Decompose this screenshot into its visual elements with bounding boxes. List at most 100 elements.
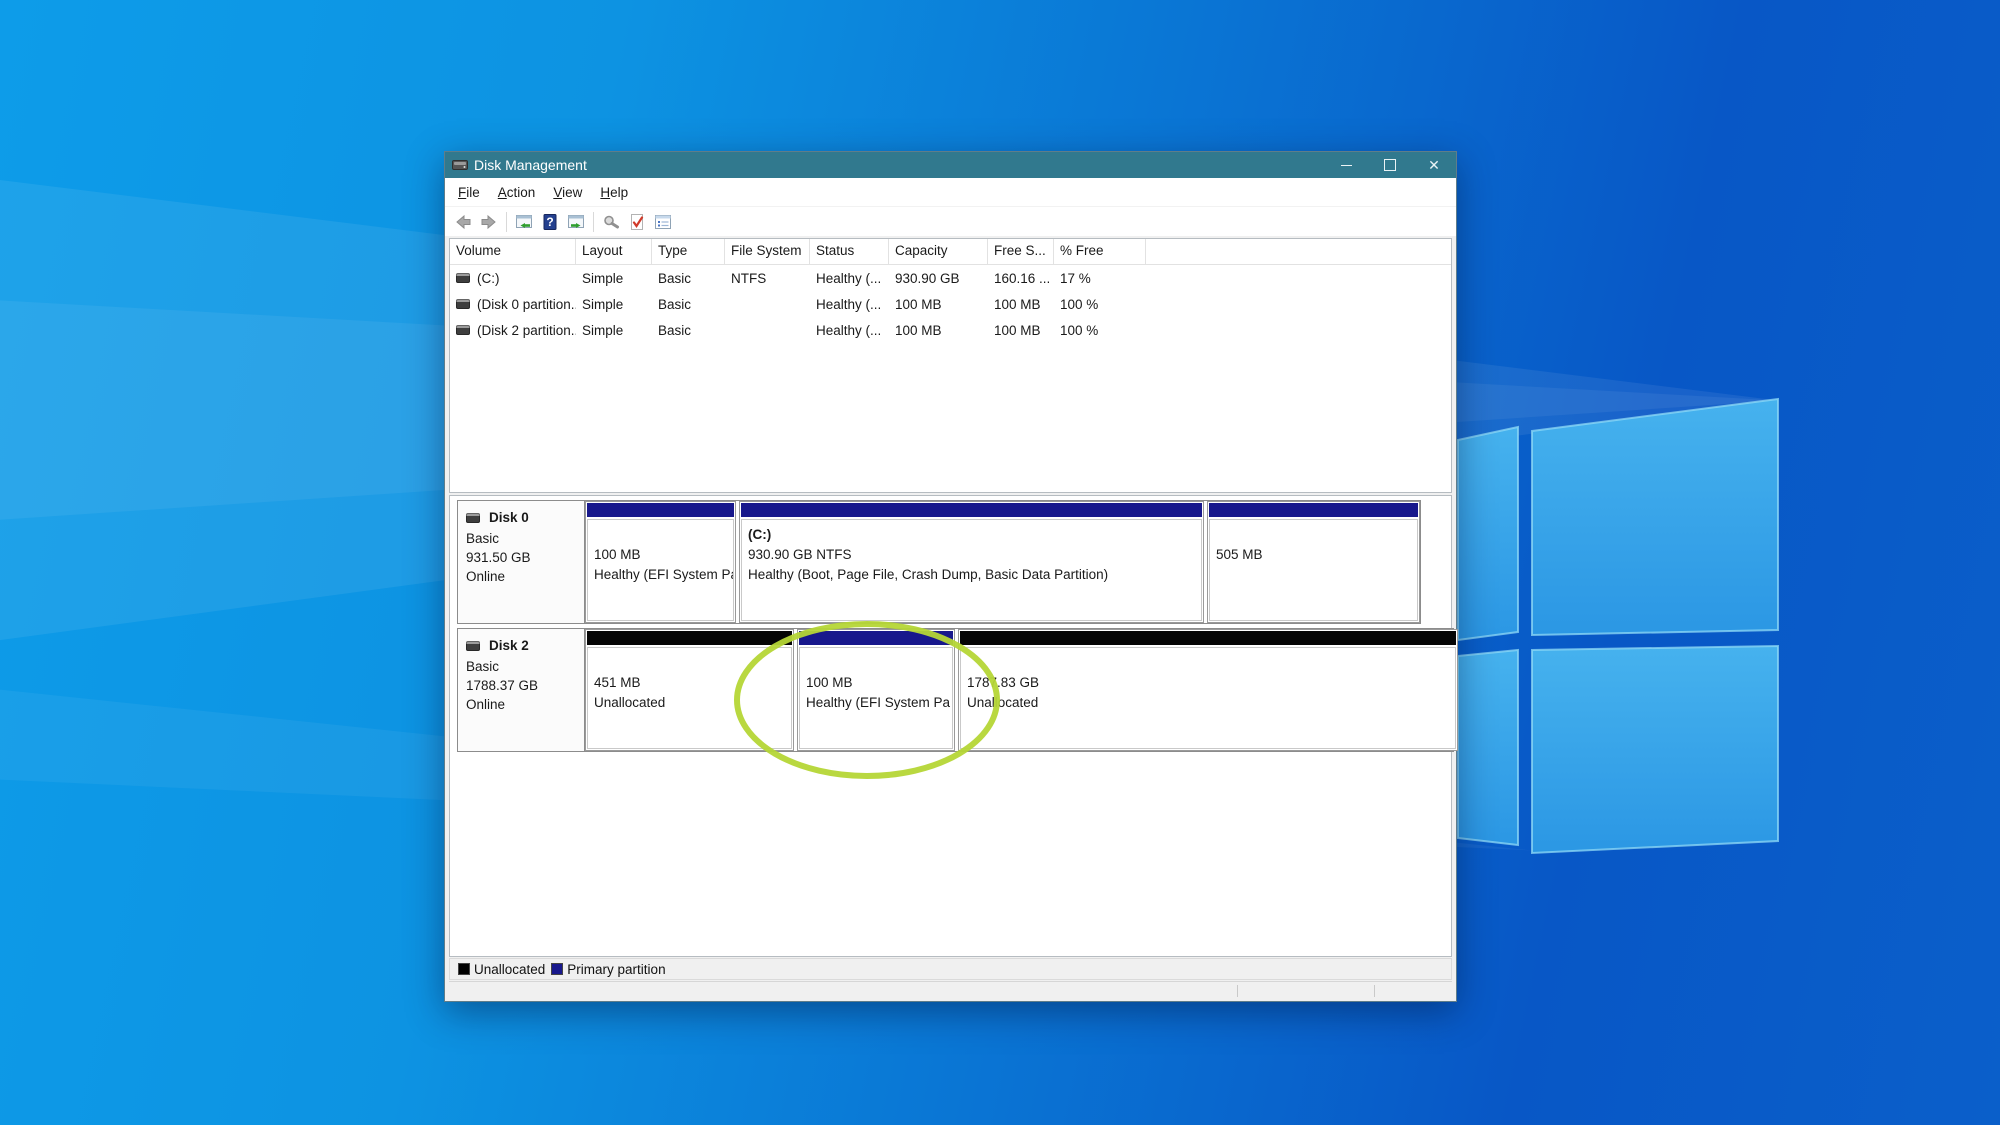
cell-volume: (Disk 0 partition... [477,297,576,312]
disk0-partition-c[interactable]: (C:) 930.90 GB NTFS Healthy (Boot, Page … [739,501,1204,623]
cell-file-system: NTFS [725,271,810,286]
forward-button[interactable] [476,210,502,234]
titlebar[interactable]: Disk Management ✕ [445,152,1456,178]
disk0-partition-efi[interactable]: 100 MB Healthy (EFI System Pa [585,501,736,623]
tool-icon [601,212,621,232]
disk-size: 1788.37 GB [466,676,576,695]
column-header-pct-free[interactable]: % Free [1054,239,1146,264]
volume-list: Volume Layout Type File System Status Ca… [449,238,1452,493]
volume-row-disk2-partition[interactable]: (Disk 2 partition... Simple Basic Health… [450,317,1451,343]
logo-pane-top-left [1458,427,1518,640]
column-header-free-space[interactable]: Free S... [988,239,1054,264]
volume-row-disk0-partition[interactable]: (Disk 0 partition... Simple Basic Health… [450,291,1451,317]
menu-bar: File Action View Help [445,178,1456,207]
help-button[interactable]: ? [537,210,563,234]
menu-file[interactable]: File [449,180,489,205]
help-icon: ? [540,212,560,232]
column-header-status[interactable]: Status [810,239,889,264]
cell-status: Healthy (... [810,323,889,338]
cell-pct-free: 17 % [1054,271,1146,286]
tool-button[interactable] [598,210,624,234]
cell-capacity: 100 MB [889,323,988,338]
unallocated-swatch [458,963,470,975]
primary-partition-swatch [551,963,563,975]
close-button[interactable]: ✕ [1412,152,1456,178]
logo-pane-top-right [1532,399,1778,635]
legend-label: Unallocated [474,962,545,977]
window-title: Disk Management [474,157,1324,173]
disk-size: 931.50 GB [466,548,576,567]
disk-status: Online [466,567,576,586]
volume-icon [456,325,470,335]
disk2-unallocated-1[interactable]: 451 MB Unallocated [585,629,794,751]
cell-layout: Simple [576,323,652,338]
menu-view[interactable]: View [544,180,591,205]
disk2-label-panel[interactable]: Disk 2 Basic 1788.37 GB Online [458,629,585,751]
partition-color-bar [1209,503,1418,517]
column-header-filler [1146,239,1451,264]
menu-action[interactable]: Action [489,180,545,205]
maximize-icon [1384,159,1396,171]
toolbar: ? [445,207,1456,238]
legend-unallocated: Unallocated [458,962,545,977]
graphical-view: Disk 0 Basic 931.50 GB Online 100 MB Hea… [449,495,1452,957]
partition-color-bar [587,503,734,517]
disk2-unallocated-2[interactable]: 1787.83 GB Unallocated [958,629,1458,751]
disk-icon [466,513,480,523]
volume-icon [456,273,470,283]
svg-text:?: ? [546,215,553,229]
check-document-button[interactable] [624,210,650,234]
show-action-pane-icon [566,212,586,232]
partition-color-bar [799,631,953,645]
cell-status: Healthy (... [810,297,889,312]
cell-layout: Simple [576,271,652,286]
column-header-type[interactable]: Type [652,239,725,264]
column-header-capacity[interactable]: Capacity [889,239,988,264]
disk2-band: Disk 2 Basic 1788.37 GB Online 451 MB Un… [457,628,1454,752]
minimize-icon [1341,165,1352,166]
disk0-band: Disk 0 Basic 931.50 GB Online 100 MB Hea… [457,500,1421,624]
partition-color-bar [587,631,792,645]
cell-layout: Simple [576,297,652,312]
cell-pct-free: 100 % [1054,323,1146,338]
column-header-volume[interactable]: Volume [450,239,576,264]
back-icon [453,212,473,232]
logo-pane-bottom-right [1532,646,1778,853]
cell-capacity: 100 MB [889,297,988,312]
back-button[interactable] [450,210,476,234]
disk-management-app-icon [452,159,468,171]
menu-help[interactable]: Help [591,180,637,205]
status-separator [1237,985,1238,997]
properties-icon [653,212,673,232]
cell-type: Basic [652,297,725,312]
disk2-partition-efi-circled[interactable]: 100 MB Healthy (EFI System Pa [797,629,955,751]
cell-type: Basic [652,323,725,338]
partition-color-bar [741,503,1202,517]
column-header-layout[interactable]: Layout [576,239,652,264]
cell-free-space: 160.16 ... [988,271,1054,286]
disk0-partition-recovery[interactable]: 505 MB [1207,501,1420,623]
disk-status: Online [466,695,576,714]
toolbar-separator [593,212,594,232]
volume-icon [456,299,470,309]
volume-row-c[interactable]: (C:) Simple Basic NTFS Healthy (... 930.… [450,265,1451,291]
legend-label: Primary partition [567,962,665,977]
cell-status: Healthy (... [810,271,889,286]
forward-icon [479,212,499,232]
disk-type: Basic [466,529,576,548]
properties-button[interactable] [650,210,676,234]
disk0-label-panel[interactable]: Disk 0 Basic 931.50 GB Online [458,501,585,623]
client-area: Volume Layout Type File System Status Ca… [445,236,1456,1001]
disk-type: Basic [466,657,576,676]
show-console-tree-button[interactable] [511,210,537,234]
logo-pane-bottom-left [1458,650,1518,845]
toolbar-separator [506,212,507,232]
show-action-pane-button[interactable] [563,210,589,234]
show-console-tree-icon [514,212,534,232]
legend-bar: Unallocated Primary partition [449,958,1452,980]
maximize-button[interactable] [1368,152,1412,178]
minimize-button[interactable] [1324,152,1368,178]
partition-color-bar [960,631,1456,645]
cell-free-space: 100 MB [988,323,1054,338]
column-header-file-system[interactable]: File System [725,239,810,264]
